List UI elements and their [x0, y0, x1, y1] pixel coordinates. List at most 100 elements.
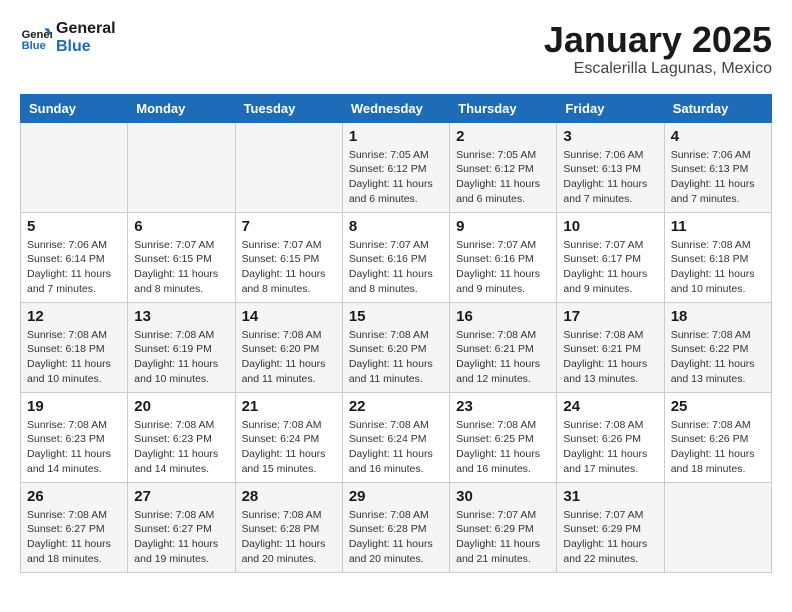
title-block: January 2025 Escalerilla Lagunas, Mexico [544, 20, 772, 78]
calendar-cell: 17 Sunrise: 7:08 AM Sunset: 6:21 PM Dayli… [557, 302, 664, 392]
day-number: 12 [27, 308, 121, 325]
day-info: Sunrise: 7:08 AM Sunset: 6:27 PM Dayligh… [27, 508, 121, 567]
day-info: Sunrise: 7:08 AM Sunset: 6:28 PM Dayligh… [242, 508, 336, 567]
day-number: 6 [134, 218, 228, 235]
day-info: Sunrise: 7:08 AM Sunset: 6:21 PM Dayligh… [456, 328, 550, 387]
calendar-cell: 4 Sunrise: 7:06 AM Sunset: 6:13 PM Daylig… [664, 122, 771, 212]
day-number: 27 [134, 488, 228, 505]
day-number: 10 [563, 218, 657, 235]
day-number: 4 [671, 128, 765, 145]
calendar-week-row: 1 Sunrise: 7:05 AM Sunset: 6:12 PM Daylig… [21, 122, 772, 212]
day-number: 19 [27, 398, 121, 415]
calendar-cell: 24 Sunrise: 7:08 AM Sunset: 6:26 PM Dayli… [557, 392, 664, 482]
day-number: 21 [242, 398, 336, 415]
day-info: Sunrise: 7:08 AM Sunset: 6:22 PM Dayligh… [671, 328, 765, 387]
calendar-cell: 15Sunrise: 7:08 AM Sunset: 6:20 PM Dayli… [342, 302, 449, 392]
calendar-cell: 8 Sunrise: 7:07 AM Sunset: 6:16 PM Daylig… [342, 212, 449, 302]
day-number: 25 [671, 398, 765, 415]
calendar-header-row: SundayMondayTuesdayWednesdayThursdayFrid… [21, 94, 772, 122]
day-number: 15 [349, 308, 443, 325]
page-header: General Blue General Blue January 2025 E… [20, 20, 772, 78]
calendar-week-row: 19 Sunrise: 7:08 AM Sunset: 6:23 PM Dayli… [21, 392, 772, 482]
day-info: Sunrise: 7:07 AM Sunset: 6:15 PM Dayligh… [242, 238, 336, 297]
day-number: 5 [27, 218, 121, 235]
calendar-cell: 13Sunrise: 7:08 AM Sunset: 6:19 PM Dayli… [128, 302, 235, 392]
day-info: Sunrise: 7:08 AM Sunset: 6:23 PM Dayligh… [134, 418, 228, 477]
day-number: 8 [349, 218, 443, 235]
day-number: 26 [27, 488, 121, 505]
calendar-cell: 2 Sunrise: 7:05 AM Sunset: 6:12 PM Daylig… [450, 122, 557, 212]
day-number: 24 [563, 398, 657, 415]
day-info: Sunrise: 7:08 AM Sunset: 6:24 PM Dayligh… [242, 418, 336, 477]
day-number: 16 [456, 308, 550, 325]
day-number: 28 [242, 488, 336, 505]
day-number: 11 [671, 218, 765, 235]
calendar-cell: 10 Sunrise: 7:07 AM Sunset: 6:17 PM Dayli… [557, 212, 664, 302]
day-info: Sunrise: 7:07 AM Sunset: 6:17 PM Dayligh… [563, 238, 657, 297]
calendar-cell: 11Sunrise: 7:08 AM Sunset: 6:18 PM Dayli… [664, 212, 771, 302]
header-saturday: Saturday [664, 94, 771, 122]
day-number: 18 [671, 308, 765, 325]
calendar-cell: 6Sunrise: 7:07 AM Sunset: 6:15 PM Daylig… [128, 212, 235, 302]
calendar-cell: 7 Sunrise: 7:07 AM Sunset: 6:15 PM Daylig… [235, 212, 342, 302]
logo-icon: General Blue [20, 22, 52, 54]
day-number: 29 [349, 488, 443, 505]
calendar-cell: 9 Sunrise: 7:07 AM Sunset: 6:16 PM Daylig… [450, 212, 557, 302]
day-info: Sunrise: 7:08 AM Sunset: 6:24 PM Dayligh… [349, 418, 443, 477]
calendar-cell: 19Sunrise: 7:08 AM Sunset: 6:23 PM Dayli… [21, 392, 128, 482]
day-number: 13 [134, 308, 228, 325]
calendar-cell: 23 Sunrise: 7:08 AM Sunset: 6:25 PM Dayli… [450, 392, 557, 482]
day-number: 30 [456, 488, 550, 505]
day-info: Sunrise: 7:08 AM Sunset: 6:26 PM Dayligh… [563, 418, 657, 477]
day-info: Sunrise: 7:08 AM Sunset: 6:27 PM Dayligh… [134, 508, 228, 567]
day-info: Sunrise: 7:08 AM Sunset: 6:28 PM Dayligh… [349, 508, 443, 567]
day-number: 20 [134, 398, 228, 415]
header-thursday: Thursday [450, 94, 557, 122]
day-info: Sunrise: 7:08 AM Sunset: 6:25 PM Dayligh… [456, 418, 550, 477]
calendar-cell: 21 Sunrise: 7:08 AM Sunset: 6:24 PM Dayli… [235, 392, 342, 482]
calendar-cell: 5 Sunrise: 7:06 AM Sunset: 6:14 PM Daylig… [21, 212, 128, 302]
day-info: Sunrise: 7:08 AM Sunset: 6:26 PM Dayligh… [671, 418, 765, 477]
day-info: Sunrise: 7:06 AM Sunset: 6:13 PM Dayligh… [563, 148, 657, 207]
day-number: 31 [563, 488, 657, 505]
calendar-cell [21, 122, 128, 212]
header-monday: Monday [128, 94, 235, 122]
day-info: Sunrise: 7:05 AM Sunset: 6:12 PM Dayligh… [349, 148, 443, 207]
calendar-cell: 31 Sunrise: 7:07 AM Sunset: 6:29 PM Dayli… [557, 482, 664, 572]
day-info: Sunrise: 7:06 AM Sunset: 6:14 PM Dayligh… [27, 238, 121, 297]
header-wednesday: Wednesday [342, 94, 449, 122]
day-info: Sunrise: 7:07 AM Sunset: 6:29 PM Dayligh… [456, 508, 550, 567]
calendar-cell: 18 Sunrise: 7:08 AM Sunset: 6:22 PM Dayli… [664, 302, 771, 392]
svg-text:Blue: Blue [22, 40, 46, 52]
day-info: Sunrise: 7:08 AM Sunset: 6:20 PM Dayligh… [242, 328, 336, 387]
calendar-cell: 25 Sunrise: 7:08 AM Sunset: 6:26 PM Dayli… [664, 392, 771, 482]
day-number: 17 [563, 308, 657, 325]
calendar-cell [235, 122, 342, 212]
calendar-cell [664, 482, 771, 572]
header-friday: Friday [557, 94, 664, 122]
calendar-cell: 14 Sunrise: 7:08 AM Sunset: 6:20 PM Dayli… [235, 302, 342, 392]
calendar-week-row: 26 Sunrise: 7:08 AM Sunset: 6:27 PM Dayli… [21, 482, 772, 572]
calendar-cell: 1 Sunrise: 7:05 AM Sunset: 6:12 PM Daylig… [342, 122, 449, 212]
day-number: 9 [456, 218, 550, 235]
day-info: Sunrise: 7:08 AM Sunset: 6:21 PM Dayligh… [563, 328, 657, 387]
day-info: Sunrise: 7:05 AM Sunset: 6:12 PM Dayligh… [456, 148, 550, 207]
calendar-cell: 27 Sunrise: 7:08 AM Sunset: 6:27 PM Dayli… [128, 482, 235, 572]
day-number: 2 [456, 128, 550, 145]
day-info: Sunrise: 7:07 AM Sunset: 6:29 PM Dayligh… [563, 508, 657, 567]
header-sunday: Sunday [21, 94, 128, 122]
day-number: 7 [242, 218, 336, 235]
calendar-week-row: 12Sunrise: 7:08 AM Sunset: 6:18 PM Dayli… [21, 302, 772, 392]
calendar-cell: 16 Sunrise: 7:08 AM Sunset: 6:21 PM Dayli… [450, 302, 557, 392]
calendar-cell: 28 Sunrise: 7:08 AM Sunset: 6:28 PM Dayli… [235, 482, 342, 572]
day-info: Sunrise: 7:07 AM Sunset: 6:16 PM Dayligh… [349, 238, 443, 297]
day-number: 23 [456, 398, 550, 415]
calendar-cell: 3Sunrise: 7:06 AM Sunset: 6:13 PM Daylig… [557, 122, 664, 212]
day-info: Sunrise: 7:07 AM Sunset: 6:16 PM Dayligh… [456, 238, 550, 297]
logo: General Blue General Blue [20, 20, 116, 55]
day-info: Sunrise: 7:06 AM Sunset: 6:13 PM Dayligh… [671, 148, 765, 207]
day-number: 1 [349, 128, 443, 145]
day-number: 14 [242, 308, 336, 325]
logo-text-general: General [56, 20, 116, 38]
day-number: 22 [349, 398, 443, 415]
